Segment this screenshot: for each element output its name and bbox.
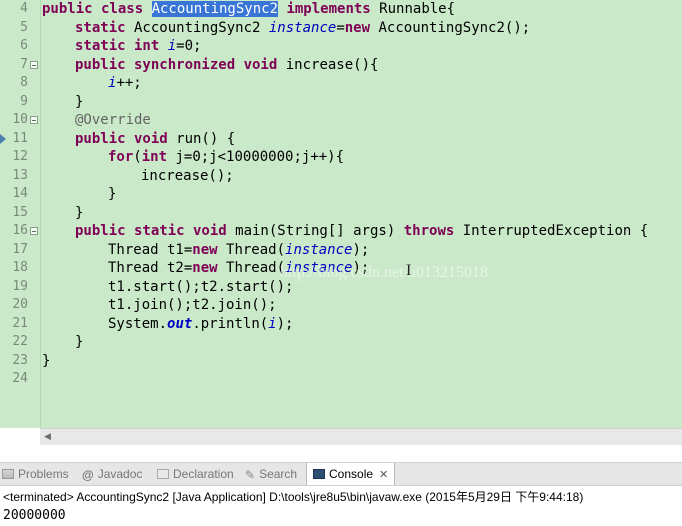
tab-search[interactable]: ✎ Search	[245, 463, 297, 485]
line-number: 14	[12, 186, 28, 201]
code-line: 5 static AccountingSync2 instance=new Ac…	[0, 19, 682, 38]
code-text[interactable]: }	[42, 352, 50, 371]
code-text[interactable]: public synchronized void increase(){	[75, 56, 378, 75]
console-tab-bar: Problems @ Javadoc Declaration ✎ Search Co…	[0, 462, 682, 486]
code-line: 9 }	[0, 93, 682, 112]
code-line: 14 }	[0, 185, 682, 204]
fold-toggle-icon[interactable]	[30, 60, 38, 69]
line-number: 16	[12, 223, 28, 238]
fold-toggle-icon[interactable]	[30, 116, 38, 124]
code-text[interactable]: for(int j=0;j<10000000;j++){	[108, 148, 344, 167]
line-number: 15	[12, 204, 28, 220]
code-text[interactable]: increase();	[141, 167, 234, 186]
tab-console[interactable]: Console ✕	[306, 463, 396, 485]
code-line: 24	[0, 370, 682, 389]
code-line: 15 }	[0, 204, 682, 223]
code-text[interactable]: static AccountingSync2 instance=new Acco…	[75, 19, 530, 38]
code-line: 8 i++;	[0, 74, 682, 93]
code-line: 4 public class AccountingSync2 implement…	[0, 0, 682, 19]
line-number: 13	[12, 167, 28, 183]
code-text[interactable]: }	[75, 333, 83, 352]
code-line: 12 for(int j=0;j<10000000;j++){	[0, 148, 682, 167]
line-number: 5	[20, 19, 28, 35]
tab-javadoc[interactable]: @ Javadoc	[82, 463, 142, 485]
line-number: 18	[12, 260, 28, 275]
code-text[interactable]: @Override	[75, 111, 151, 130]
code-text[interactable]: i++;	[108, 74, 142, 93]
code-editor[interactable]: 4 public class AccountingSync2 implement…	[0, 0, 682, 428]
search-icon: ✎	[245, 468, 256, 482]
code-text[interactable]: t1.start();t2.start();	[108, 278, 293, 297]
code-text[interactable]: t1.join();t2.join();	[108, 296, 277, 315]
code-line: 17 Thread t1=new Thread(instance);	[0, 241, 682, 260]
code-text[interactable]: public class AccountingSync2 implements …	[42, 0, 455, 19]
line-number: 21	[12, 315, 28, 331]
code-text[interactable]: }	[75, 204, 83, 223]
watermark: http://blog.csdn.net/u013215018	[280, 264, 488, 281]
tab-declaration[interactable]: Declaration	[157, 463, 234, 485]
text-cursor-icon: I	[406, 262, 412, 279]
line-number: 8	[20, 75, 28, 90]
line-number: 23	[12, 352, 28, 368]
code-text[interactable]: public void run() {	[75, 130, 235, 149]
code-line: 7 public synchronized void increase(){	[0, 56, 682, 75]
console-status: <terminated> AccountingSync2 [Java Appli…	[3, 490, 584, 504]
line-number: 24	[12, 371, 28, 386]
code-line: 10 @Override	[0, 111, 682, 130]
horizontal-scrollbar[interactable]: ◀	[40, 428, 682, 445]
code-text[interactable]: public static void main(String[] args) t…	[75, 222, 648, 241]
code-text[interactable]: Thread t1=new Thread(instance);	[108, 241, 369, 260]
code-line: 11 public void run() {	[0, 130, 682, 149]
console-output[interactable]: 20000000	[3, 508, 66, 523]
code-text[interactable]: }	[108, 185, 116, 204]
code-line: 20 t1.join();t2.join();	[0, 296, 682, 315]
scroll-left-icon[interactable]: ◀	[44, 432, 51, 442]
line-number: 22	[12, 334, 28, 349]
line-number: 9	[20, 93, 28, 109]
code-line: 16 public static void main(String[] args…	[0, 222, 682, 241]
declaration-icon	[157, 469, 169, 479]
code-line: 22 }	[0, 333, 682, 352]
code-line: 13 increase();	[0, 167, 682, 186]
line-number: 12	[12, 149, 28, 164]
line-number: 7	[20, 56, 28, 72]
fold-toggle-icon[interactable]	[30, 227, 38, 235]
code-text[interactable]: System.out.println(i);	[108, 315, 293, 334]
line-number: 4	[20, 1, 28, 16]
line-number: 17	[12, 241, 28, 257]
code-text[interactable]: }	[75, 93, 83, 112]
line-number: 10	[12, 112, 28, 127]
problems-icon	[2, 469, 14, 479]
code-text[interactable]: static int i=0;	[75, 37, 201, 56]
line-number: 6	[20, 38, 28, 53]
selected-class-name[interactable]: AccountingSync2	[151, 1, 279, 17]
code-line: 21 System.out.println(i);	[0, 315, 682, 334]
line-number: 19	[12, 278, 28, 294]
line-number: 20	[12, 297, 28, 312]
code-line: 23 }	[0, 352, 682, 371]
console-icon	[313, 469, 325, 479]
code-line: 6 static int i=0;	[0, 37, 682, 56]
javadoc-icon: @	[82, 468, 94, 482]
tab-problems[interactable]: Problems	[2, 463, 69, 485]
line-number: 11	[12, 130, 28, 146]
close-icon[interactable]: ✕	[379, 469, 388, 481]
